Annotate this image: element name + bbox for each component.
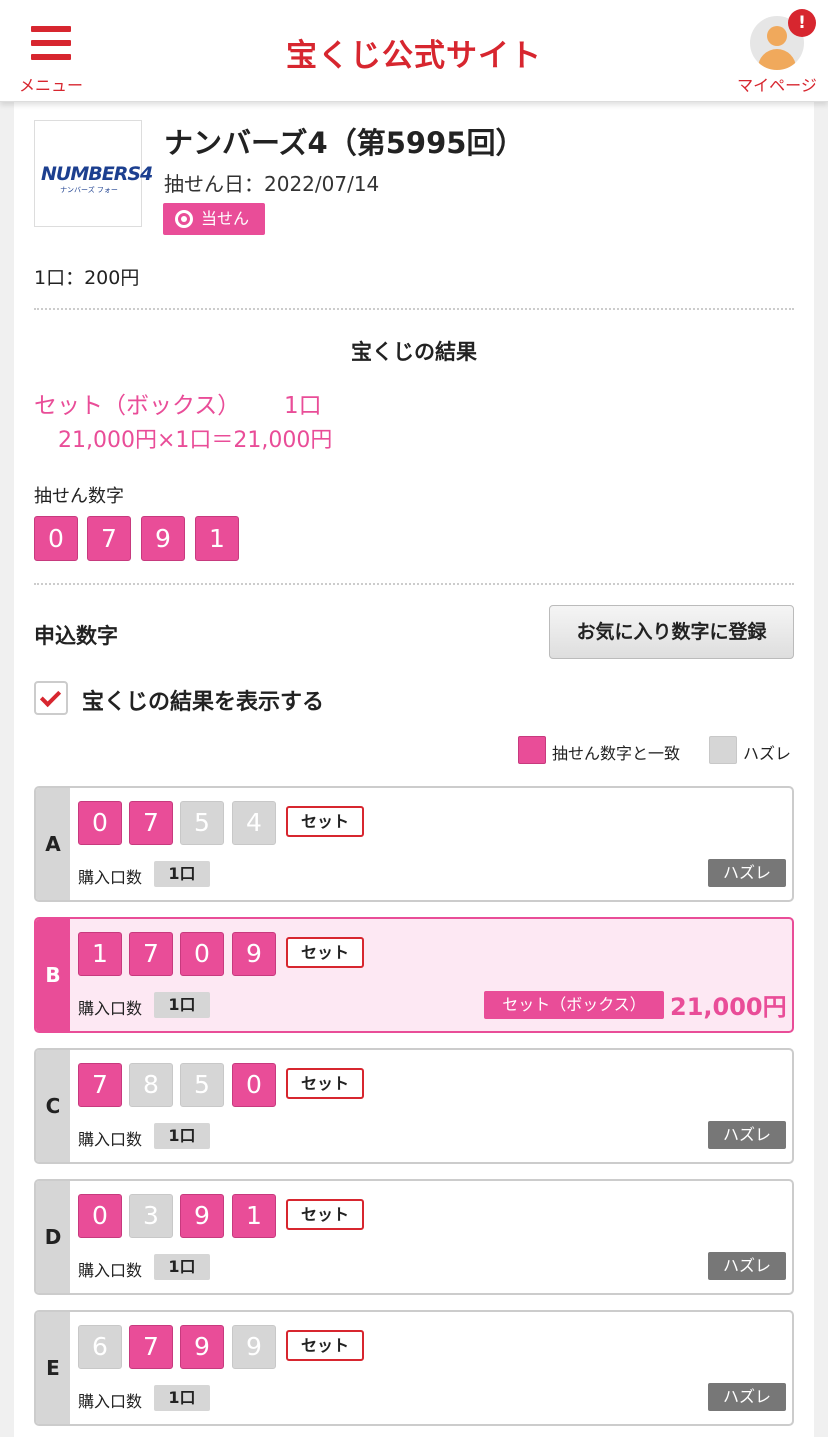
notification-badge: ! — [788, 9, 816, 37]
bet-type-label: セット — [286, 1199, 364, 1230]
bet-type-label: セット — [286, 1068, 364, 1099]
target-icon — [175, 210, 193, 228]
checkmark-icon — [39, 685, 62, 708]
register-favorite-button[interactable]: お気に入り数字に登録 — [549, 605, 794, 659]
right-gutter — [814, 102, 828, 1437]
draw-number: 0 — [34, 516, 78, 561]
left-gutter — [0, 102, 14, 1437]
prize-calculation: 21,000円×1口＝21,000円 — [58, 428, 333, 453]
draw-number: 1 — [195, 516, 239, 561]
application-heading: 申込数字 — [34, 624, 118, 648]
ticket-digit: 6 — [78, 1325, 122, 1369]
ticket-digit: 5 — [180, 1063, 224, 1107]
bet-type-label: セット — [286, 1330, 364, 1361]
quantity-label: 購入口数 — [78, 1130, 143, 1149]
legend-miss-swatch — [709, 736, 737, 764]
legend-match-label: 抽せん数字と一致 — [552, 744, 681, 763]
legend-miss-label: ハズレ — [743, 744, 792, 763]
prize-type: セット（ボックス） — [34, 393, 241, 419]
result-badge: セット（ボックス） — [484, 991, 664, 1019]
divider — [34, 308, 794, 310]
won-status-badge: 当せん — [163, 203, 265, 235]
ticket-digit: 4 — [232, 801, 276, 845]
quantity-value: 1口 — [154, 992, 210, 1018]
draw-numbers-label: 抽せん数字 — [34, 486, 124, 507]
ticket-digit: 7 — [129, 801, 173, 845]
ticket-digit: 0 — [180, 932, 224, 976]
menu-label: メニュー — [18, 76, 83, 95]
ticket-digit: 1 — [232, 1194, 276, 1238]
ticket-digit: 7 — [129, 932, 173, 976]
numbers4-logo-text: NUMBERS4 — [41, 163, 153, 185]
ticket-digit: 5 — [180, 801, 224, 845]
result-badge: ハズレ — [708, 1121, 786, 1149]
quantity-label: 購入口数 — [78, 868, 143, 887]
prize-count: 1口 — [284, 393, 322, 419]
ticket-digit: 0 — [232, 1063, 276, 1107]
win-amount: 21,000円 — [670, 993, 787, 1021]
ticket-digit: 9 — [180, 1325, 224, 1369]
draw-date: 抽せん日：2022/07/14 — [164, 172, 380, 196]
row-letter: E — [36, 1312, 70, 1424]
ticket-row: D 0 3 9 1 セット 購入口数 1口 ハズレ — [34, 1179, 794, 1295]
numbers4-logo-subtext: ナンバーズ フォー — [60, 186, 118, 194]
divider — [34, 583, 794, 585]
quantity-value: 1口 — [154, 1254, 210, 1280]
bet-type-label: セット — [286, 937, 364, 968]
unit-price: 1口：200円 — [34, 267, 140, 289]
ticket-digit: 8 — [129, 1063, 173, 1107]
quantity-value: 1口 — [154, 1123, 210, 1149]
show-result-checkbox[interactable] — [34, 681, 68, 715]
mypage-label: マイページ — [737, 76, 817, 95]
ticket-row-winner: B 1 7 0 9 セット 購入口数 1口 セット（ボックス） 21,000円 — [34, 917, 794, 1033]
ticket-digit: 7 — [78, 1063, 122, 1107]
draw-number: 7 — [87, 516, 131, 561]
quantity-label: 購入口数 — [78, 1392, 143, 1411]
quantity-value: 1口 — [154, 861, 210, 887]
ticket-digit: 7 — [129, 1325, 173, 1369]
result-badge: ハズレ — [708, 1252, 786, 1280]
ticket-digit: 0 — [78, 1194, 122, 1238]
mypage-button[interactable]: ! マイページ — [730, 9, 824, 98]
draw-number: 9 — [141, 516, 185, 561]
page-title: ナンバーズ4（第5995回） — [164, 126, 525, 160]
app-header: メニュー 宝くじ公式サイト ! マイページ — [0, 0, 828, 102]
show-result-label[interactable]: 宝くじの結果を表示する — [82, 684, 324, 716]
ticket-digit: 9 — [232, 932, 276, 976]
ticket-row: C 7 8 5 0 セット 購入口数 1口 ハズレ — [34, 1048, 794, 1164]
site-logo[interactable]: 宝くじ公式サイト — [0, 30, 828, 75]
ticket-digit: 9 — [232, 1325, 276, 1369]
result-badge: ハズレ — [708, 859, 786, 887]
result-badge: ハズレ — [708, 1383, 786, 1411]
row-letter: B — [36, 919, 70, 1031]
won-status-label: 当せん — [201, 209, 250, 228]
quantity-label: 購入口数 — [78, 1261, 143, 1280]
ticket-digit: 3 — [129, 1194, 173, 1238]
bet-type-label: セット — [286, 806, 364, 837]
ticket-digit: 1 — [78, 932, 122, 976]
ticket-row: E 6 7 9 9 セット 購入口数 1口 ハズレ — [34, 1310, 794, 1426]
legend-match-swatch — [518, 736, 546, 764]
result-heading: 宝くじの結果 — [351, 340, 477, 364]
ticket-row: A 0 7 5 4 セット 購入口数 1口 ハズレ — [34, 786, 794, 902]
quantity-value: 1口 — [154, 1385, 210, 1411]
row-letter: C — [36, 1050, 70, 1162]
ticket-digit: 0 — [78, 801, 122, 845]
ticket-digit: 9 — [180, 1194, 224, 1238]
row-letter: A — [36, 788, 70, 900]
numbers4-logo-image: NUMBERS4 ナンバーズ フォー — [34, 120, 153, 227]
row-letter: D — [36, 1181, 70, 1293]
quantity-label: 購入口数 — [78, 999, 143, 1018]
